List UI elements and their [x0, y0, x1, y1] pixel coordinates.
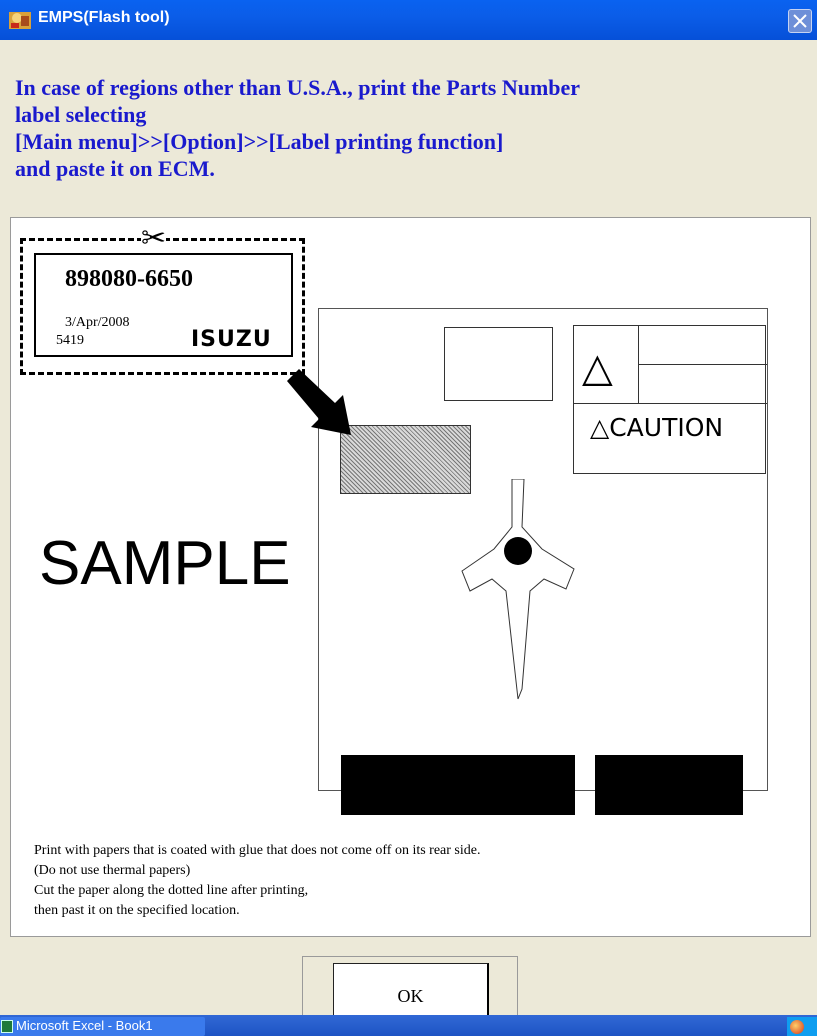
ecm-connector-left [341, 755, 575, 815]
message-line: In case of regions other than U.S.A., pr… [15, 75, 581, 100]
part-number: 898080-6650 [65, 266, 193, 292]
taskbar-item-excel[interactable]: Microsoft Excel - Book1 [0, 1017, 205, 1036]
close-icon [793, 14, 807, 28]
message-line: and paste it on ECM. [15, 156, 215, 181]
instruction-line: (Do not use thermal papers) [34, 863, 191, 878]
ecm-connector-right [595, 755, 743, 815]
title-bar: EMPS(Flash tool) [0, 0, 817, 40]
system-tray [787, 1017, 817, 1036]
sample-image-panel: △ △CAUTION SAMPLE ✂ 898080-6650 3/Apr/20… [10, 217, 811, 937]
tray-app-icon[interactable] [790, 1020, 804, 1034]
label-date: 3/Apr/2008 [65, 315, 130, 330]
window-title: EMPS(Flash tool) [38, 9, 170, 26]
taskbar: Microsoft Excel - Book1 [0, 1015, 817, 1036]
parts-number-label: 898080-6650 3/Apr/2008 5419 ISUZU [34, 253, 293, 357]
isuzu-logo: ISUZU [191, 327, 272, 352]
ecm-mounting-bracket-icon [461, 479, 575, 700]
ecm-diagram: △ △CAUTION [318, 308, 768, 815]
instruction-line: then past it on the specified location. [34, 903, 240, 918]
ecm-blank-label-area [444, 327, 553, 401]
caution-label: △ △CAUTION [573, 325, 767, 474]
arrow-pointer-icon [287, 369, 351, 435]
scissors-icon: ✂ [141, 221, 167, 256]
taskbar-item-label: Microsoft Excel - Book1 [16, 1018, 153, 1033]
instruction-line: Print with papers that is coated with gl… [34, 843, 481, 858]
close-button[interactable] [788, 9, 812, 33]
message-line: [Main menu]>>[Option]>>[Label printing f… [15, 129, 504, 154]
warning-triangle-icon: △ [582, 345, 613, 391]
sample-watermark: SAMPLE [39, 528, 297, 600]
message-line: label selecting [15, 102, 147, 127]
instruction-line: Cut the paper along the dotted line afte… [34, 883, 309, 898]
label-serial: 5419 [56, 333, 84, 348]
caution-text: △CAUTION [590, 413, 724, 442]
instruction-message: In case of regions other than U.S.A., pr… [15, 74, 815, 182]
print-instructions: Print with papers that is coated with gl… [34, 841, 480, 921]
emps-app-icon [9, 12, 31, 29]
excel-icon [1, 1020, 13, 1033]
